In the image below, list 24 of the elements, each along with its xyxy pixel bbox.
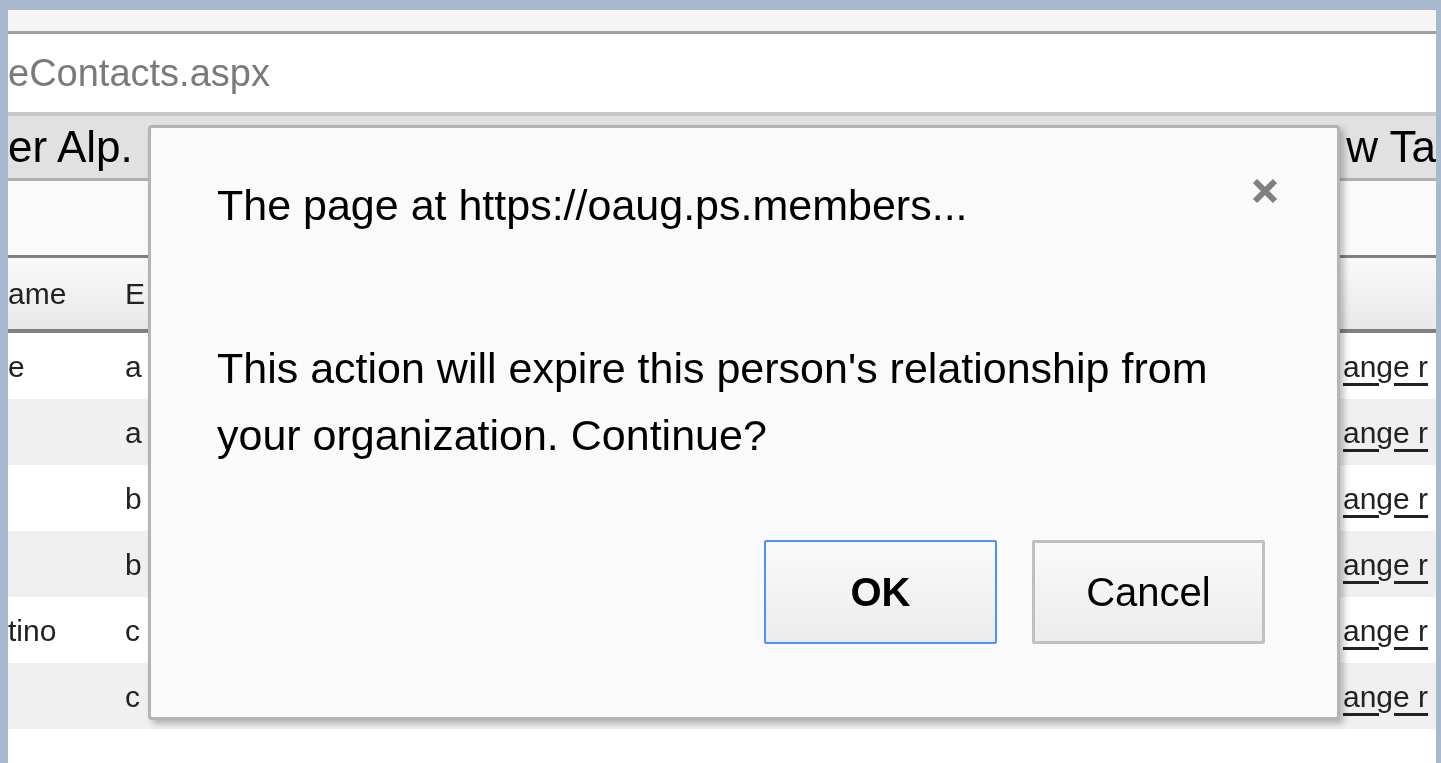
table-cell: b [125, 481, 142, 515]
table-cell: a [125, 415, 142, 449]
column-header: E [125, 276, 145, 312]
page-tab[interactable]: er Alp. [8, 114, 133, 180]
table-cell: c [125, 679, 140, 713]
close-icon[interactable] [1251, 177, 1279, 205]
table-link[interactable]: ange r [1343, 415, 1429, 449]
dialog-message: This action will expire this person's relationship from your organization. Continue? [217, 342, 1209, 461]
address-text: eContacts.aspx [8, 50, 270, 96]
column-header: ame [8, 276, 67, 312]
table-cell: b [125, 547, 142, 581]
table-cell: c [125, 613, 140, 647]
table-cell: tino [8, 613, 57, 647]
dialog-title: The page at https://oaug.ps.members... [217, 180, 968, 231]
table-link[interactable]: ange r [1343, 547, 1429, 581]
dialog-button[interactable]: Cancel [1032, 539, 1265, 644]
table-cell: a [125, 349, 142, 383]
table-link[interactable]: ange r [1343, 613, 1429, 647]
table-link[interactable]: ange r [1343, 679, 1429, 713]
dialog-button[interactable]: OK [764, 539, 997, 644]
table-link[interactable]: ange r [1343, 349, 1429, 383]
table-cell: e [8, 349, 25, 383]
table-link[interactable]: ange r [1343, 481, 1429, 515]
page-tab[interactable]: w Ta [1346, 114, 1436, 180]
